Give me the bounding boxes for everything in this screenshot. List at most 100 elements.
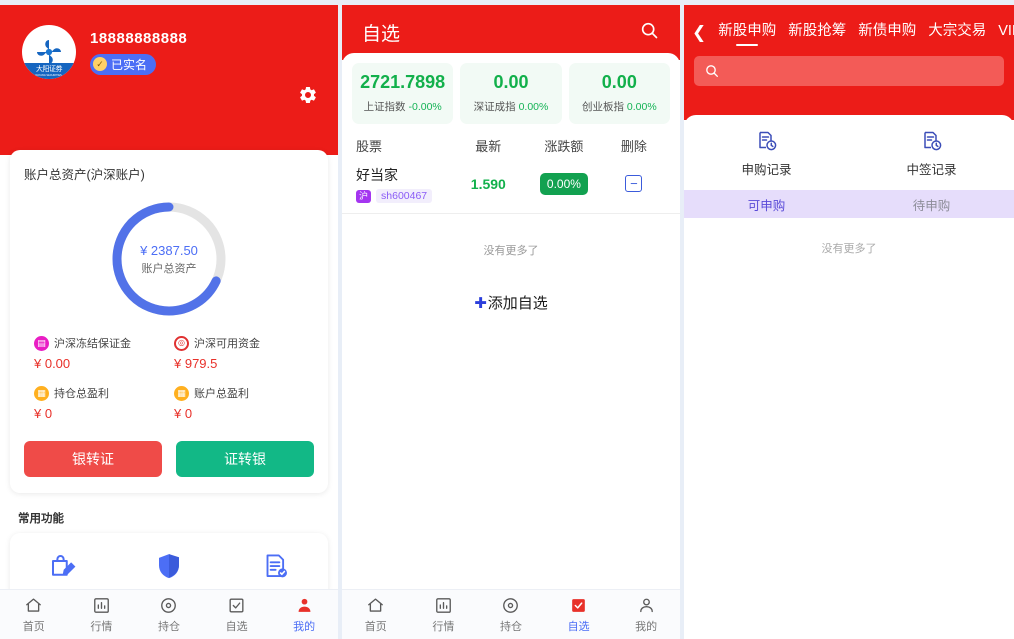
screenshot-root: 大阳证券 DAYANG SECURITIES 18888888888 ✓ 已实名 xyxy=(0,0,1014,639)
check-box-icon xyxy=(229,597,244,613)
stat-item: ◎ 沪深可用资金 ¥ 979.5 xyxy=(174,335,314,371)
tab-block-trade[interactable]: 大宗交易 xyxy=(928,19,986,46)
panel-watchlist: 自选 2721.7898 上证指数 -0.00% 0.00 深证成指 0.00%… xyxy=(342,5,680,639)
table-row[interactable]: 好当家 沪 sh600467 1.590 0.00% − xyxy=(342,163,680,214)
stock-last-price: 1.590 xyxy=(470,176,506,192)
tab-new-stock-grab[interactable]: 新股抢筹 xyxy=(788,19,846,46)
clipboard-check-icon xyxy=(266,554,287,578)
tab-home[interactable]: 首页 xyxy=(0,596,68,634)
index-change: 0.00% xyxy=(518,101,549,113)
gear-icon xyxy=(300,86,316,104)
function-item-clipboard-check[interactable] xyxy=(222,551,328,581)
index-card[interactable]: 2721.7898 上证指数 -0.00% xyxy=(352,63,454,124)
avatar[interactable]: 大阳证券 DAYANG SECURITIES xyxy=(22,25,76,79)
record-clock-icon xyxy=(758,131,776,151)
add-watchlist-label: 添加自选 xyxy=(487,295,548,312)
plus-icon: ✚ xyxy=(474,295,487,312)
tab-watchlist[interactable]: 自选 xyxy=(545,596,613,634)
total-asset-donut: ¥ 2387.50 账户总资产 xyxy=(107,197,231,321)
tab-position[interactable]: 持仓 xyxy=(477,596,545,634)
index-name: 创业板指 xyxy=(581,101,624,113)
tab-label: 持仓 xyxy=(499,620,522,633)
available-funds-icon: ◎ xyxy=(174,335,189,351)
column-header: 涨跌额 xyxy=(544,139,584,154)
position-icon xyxy=(503,597,519,613)
tab-label: 自选 xyxy=(225,620,248,633)
tab-new-bond-subscribe[interactable]: 新债申购 xyxy=(858,19,916,46)
tab-vip-grab[interactable]: VIP抢筹 xyxy=(998,19,1014,46)
user-row: 大阳证券 DAYANG SECURITIES 18888888888 ✓ 已实名 xyxy=(0,5,338,79)
user-icon xyxy=(298,598,311,612)
chart-icon xyxy=(93,597,109,613)
sub-tab-pending[interactable]: 待申购 xyxy=(849,190,1014,218)
change-pill: 0.00% xyxy=(539,173,588,195)
donut-center-label: ¥ 2387.50 账户总资产 xyxy=(107,197,231,321)
index-meta: 上证指数 -0.00% xyxy=(356,99,449,114)
tab-label: 行情 xyxy=(90,620,113,633)
add-watchlist-button[interactable]: ✚添加自选 xyxy=(342,292,680,313)
sub-tab-available[interactable]: 可申购 xyxy=(684,190,849,218)
position-icon xyxy=(161,597,177,613)
stock-name: 好当家 xyxy=(356,167,398,183)
stat-label: 沪深冻结保证金 xyxy=(54,338,131,350)
column-header: 股票 xyxy=(356,139,383,154)
status-badge[interactable]: ✓ 已实名 xyxy=(90,53,157,75)
index-summary-row: 2721.7898 上证指数 -0.00% 0.00 深证成指 0.00% 0.… xyxy=(342,53,680,124)
asset-card: 账户总资产(沪深账户) ¥ 2387.50 账户总资产 ▤ 沪深冻结保证金 ¥ … xyxy=(10,150,328,493)
index-name: 上证指数 xyxy=(363,101,406,113)
index-value: 0.00 xyxy=(601,72,637,92)
tab-home[interactable]: 首页 xyxy=(342,596,410,634)
tab-mine[interactable]: 我的 xyxy=(270,596,338,634)
tab-label: 我的 xyxy=(293,620,316,633)
user-icon xyxy=(639,598,653,612)
winning-record-button[interactable]: 中签记录 xyxy=(849,129,1014,178)
tab-mine[interactable]: 我的 xyxy=(612,596,680,634)
frozen-margin-icon: ▤ xyxy=(34,335,49,351)
record-clock-icon xyxy=(923,131,941,151)
function-item-shield[interactable] xyxy=(116,551,222,581)
chevron-left-icon[interactable]: ❮ xyxy=(692,24,706,41)
stat-value: ¥ 979.5 xyxy=(174,356,218,371)
column-header: 删除 xyxy=(620,139,647,154)
stock-change-cell: 0.00% xyxy=(526,173,602,195)
stat-label: 账户总盈利 xyxy=(194,388,249,400)
bottom-tabbar: 首页 行情 持仓 自选 我的 xyxy=(342,589,680,639)
stock-identity: 好当家 沪 sh600467 xyxy=(356,165,451,203)
subscription-record-button[interactable]: 申购记录 xyxy=(684,129,849,178)
tab-label: 持仓 xyxy=(157,620,180,633)
settings-button[interactable] xyxy=(298,85,318,105)
tab-label: 首页 xyxy=(364,620,387,633)
panel-account: 大阳证券 DAYANG SECURITIES 18888888888 ✓ 已实名 xyxy=(0,5,338,639)
index-card[interactable]: 0.00 创业板指 0.00% xyxy=(568,63,670,124)
tab-new-stock-subscribe[interactable]: 新股申购 xyxy=(718,19,776,46)
tab-watchlist[interactable]: 自选 xyxy=(203,596,271,634)
watchlist-column-headers: 股票 最新 涨跌额 删除 xyxy=(342,124,680,163)
bank-to-broker-button[interactable]: 银转证 xyxy=(24,441,162,477)
empty-state-text: 没有更多了 xyxy=(821,243,877,255)
tab-position[interactable]: 持仓 xyxy=(135,596,203,634)
stock-delete-cell: − xyxy=(602,175,666,193)
tab-market[interactable]: 行情 xyxy=(68,596,136,634)
search-button[interactable] xyxy=(639,20,660,46)
broker-to-bank-button[interactable]: 证转银 xyxy=(176,441,314,477)
tab-market[interactable]: 行情 xyxy=(410,596,478,634)
stat-item: ▦ 持仓总盈利 ¥ 0 xyxy=(34,385,174,421)
stock-code: sh600467 xyxy=(376,189,433,203)
total-asset-label: 账户总资产 xyxy=(141,262,197,275)
function-item-bag-edit[interactable] xyxy=(10,551,116,581)
market-badge: 沪 xyxy=(356,189,372,203)
logo-subname: DAYANG SECURITIES xyxy=(35,72,63,77)
record-label: 中签记录 xyxy=(906,163,957,177)
stat-value: ¥ 0 xyxy=(34,406,53,421)
phone-number: 18888888888 xyxy=(90,29,188,47)
stock-code-row: 沪 sh600467 xyxy=(356,189,451,203)
index-meta: 创业板指 0.00% xyxy=(573,99,666,114)
search-input[interactable] xyxy=(694,56,1004,86)
minus-box-icon[interactable]: − xyxy=(625,175,643,192)
ipo-header: ❮ 新股申购 新股抢筹 新债申购 大宗交易 VIP抢筹 xyxy=(684,5,1014,120)
tab-label: 我的 xyxy=(635,620,658,633)
empty-state-text: 没有更多了 xyxy=(483,245,539,257)
stat-item: ▤ 沪深冻结保证金 ¥ 0.00 xyxy=(34,335,174,371)
index-card[interactable]: 0.00 深证成指 0.00% xyxy=(460,63,562,124)
index-value: 2721.7898 xyxy=(360,72,446,92)
